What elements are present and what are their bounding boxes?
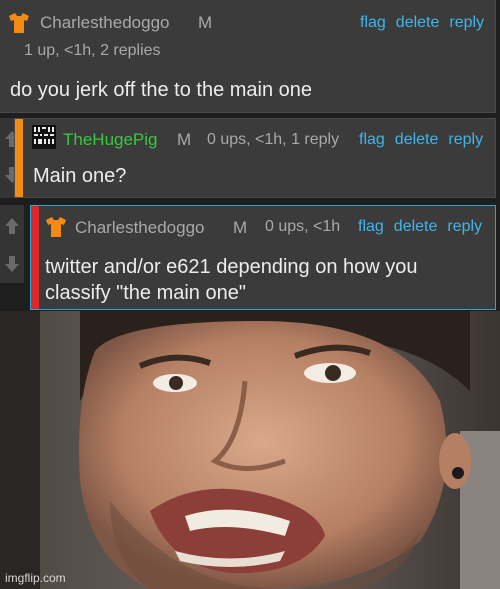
reaction-photo: imgflip.com <box>0 311 500 589</box>
comment-meta: 0 ups, <1h, 1 reply <box>207 131 340 148</box>
comment-text: Main one? <box>33 165 127 187</box>
comment-1: Charlesthedoggo M flag delete reply 1 up, … <box>0 0 496 113</box>
flag-link[interactable]: flag <box>360 14 386 31</box>
comment-actions: flag delete reply <box>360 14 484 32</box>
delete-link[interactable]: delete <box>396 14 440 31</box>
delete-link[interactable]: delete <box>395 131 439 148</box>
comment-text: twitter and/or e621 depending on how you… <box>45 254 418 306</box>
comment-username[interactable]: Charlesthedoggo <box>40 13 169 33</box>
delete-link[interactable]: delete <box>394 218 438 235</box>
reply-link[interactable]: reply <box>447 218 482 235</box>
comment-actions: flag delete reply <box>359 131 483 149</box>
user-flair: M <box>177 130 192 149</box>
user-flair: M <box>198 13 213 32</box>
comment-actions: flag delete reply <box>358 218 482 236</box>
pixel-avatar-icon <box>32 125 56 149</box>
comment-thread: Charlesthedoggo M flag delete reply 1 up, … <box>0 0 500 311</box>
thread-bar <box>31 206 39 309</box>
user-flair: M <box>233 218 248 237</box>
comment-username[interactable]: TheHugePig <box>63 130 158 150</box>
comment-2: TheHugePig M 0 ups, <1h, 1 reply flag del… <box>14 118 496 198</box>
shirt-icon <box>8 12 30 34</box>
reply-link[interactable]: reply <box>448 131 483 148</box>
comment-3: Charlesthedoggo M 0 ups, <1h flag delete r… <box>30 205 496 310</box>
flag-link[interactable]: flag <box>358 218 384 235</box>
comment-username[interactable]: Charlesthedoggo <box>75 218 204 238</box>
vote-column <box>0 205 24 283</box>
comment-text-line: twitter and/or e621 depending on how you <box>45 256 418 278</box>
comment-meta: 1 up, <1h, 2 replies <box>24 42 161 59</box>
shirt-icon <box>45 216 67 238</box>
flag-link[interactable]: flag <box>359 131 385 148</box>
comment-meta: 0 ups, <1h <box>265 218 341 235</box>
reply-link[interactable]: reply <box>449 14 484 31</box>
thread-bar <box>15 119 23 197</box>
comment-text: do you jerk off the to the main one <box>10 79 313 101</box>
comment-text-line: classify "the main one" <box>45 282 246 304</box>
downvote-arrow-icon[interactable] <box>0 249 24 279</box>
upvote-arrow-icon[interactable] <box>0 211 24 241</box>
imgflip-watermark: imgflip.com <box>5 571 66 585</box>
